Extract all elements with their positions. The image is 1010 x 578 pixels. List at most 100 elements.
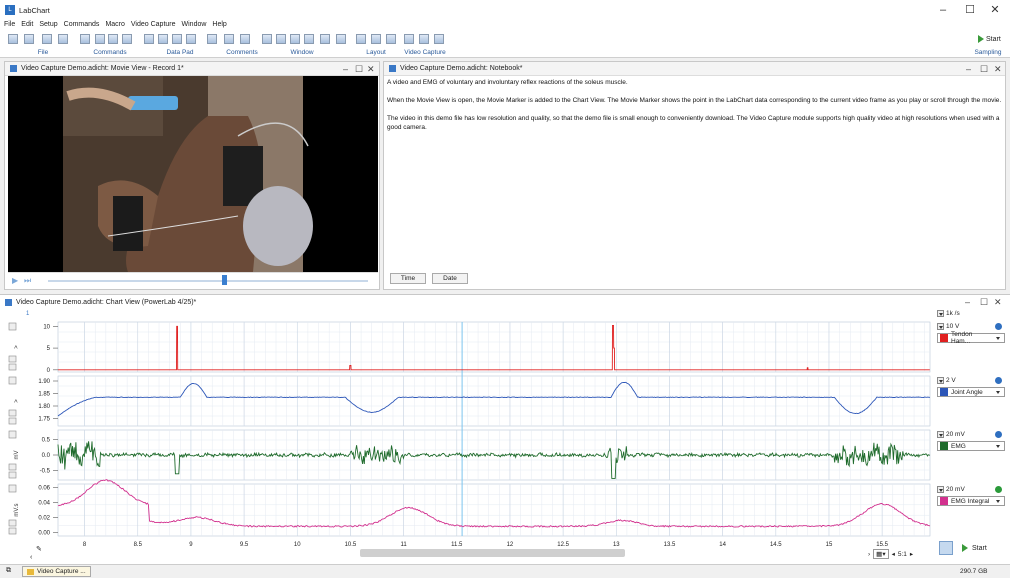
time-tick-label: 14.5	[770, 542, 782, 548]
open-file-icon[interactable]	[24, 34, 34, 44]
comment-icon[interactable]	[224, 34, 234, 44]
window-icon[interactable]	[290, 34, 300, 44]
play-icon	[978, 35, 984, 43]
zoom-dropdown[interactable]: ▦▾	[873, 549, 889, 559]
layout-icon[interactable]: ⧉	[6, 567, 11, 575]
menu-setup[interactable]: Setup	[39, 21, 57, 28]
channel-title-dropdown[interactable]: EMG	[937, 441, 1005, 451]
play-icon[interactable]: ▶	[12, 276, 18, 285]
comment-tool-icon[interactable]: ✎	[36, 545, 42, 553]
time-tick-label: 9	[189, 542, 193, 548]
scroll-right-icon[interactable]: ›	[868, 551, 870, 558]
disk-space: 290.7 GB	[960, 568, 988, 575]
find-icon[interactable]	[80, 34, 90, 44]
new-file-icon[interactable]	[8, 34, 18, 44]
view-mode-icon[interactable]	[939, 541, 953, 555]
notebook-maximize-button[interactable]: ☐	[980, 62, 988, 76]
movie-seek-thumb[interactable]	[222, 275, 227, 285]
layout-icon[interactable]	[386, 34, 396, 44]
sampling-start-button[interactable]: Start	[978, 33, 1004, 45]
chevron-down-icon	[995, 443, 1002, 450]
minimize-button[interactable]: –	[930, 0, 956, 20]
movie-seek-bar[interactable]	[48, 280, 368, 282]
layout-icon[interactable]	[371, 34, 381, 44]
chart-start-button[interactable]: Start	[962, 544, 987, 552]
y-tick-label: 0	[47, 368, 51, 374]
zoom-in-icon[interactable]: ▸	[910, 550, 913, 558]
start-label: Start	[986, 35, 1001, 43]
comment-icon[interactable]	[240, 34, 250, 44]
channel-color-swatch	[940, 497, 948, 505]
y-tick-label: 1.75	[38, 417, 50, 423]
scroll-left-icon[interactable]: ‹	[30, 554, 32, 561]
data-pad-icon[interactable]	[172, 34, 182, 44]
channel-title-dropdown[interactable]: EMG Integral	[937, 496, 1005, 506]
y-tick-label: 10	[43, 324, 50, 330]
info-icon[interactable]	[995, 486, 1002, 493]
ribbon-group-sampling: Sampling	[974, 49, 1002, 56]
notebook-paragraph: The video in this demo file has low reso…	[387, 115, 1000, 131]
menu-help[interactable]: Help	[212, 21, 226, 28]
menu-video-capture[interactable]: Video Capture	[131, 21, 176, 28]
title-bar: L LabChart	[0, 0, 1010, 20]
movie-close-button[interactable]: ✕	[367, 62, 375, 76]
zoom-out-icon[interactable]: ◂	[892, 550, 895, 558]
chart-scrollbar-thumb[interactable]	[360, 549, 625, 557]
data-pad-icon[interactable]	[144, 34, 154, 44]
command-icon[interactable]	[122, 34, 132, 44]
taskbar-item[interactable]: Video Capture ...	[22, 566, 91, 577]
channel-unit-label: mV	[14, 451, 20, 460]
channel-plot-area	[57, 321, 931, 373]
menu-edit[interactable]: Edit	[21, 21, 33, 28]
video-capture-icon[interactable]	[434, 34, 444, 44]
video-capture-icon[interactable]	[419, 34, 429, 44]
channel-collapse-button	[8, 376, 17, 385]
taskbar-item-label: Video Capture ...	[37, 567, 86, 575]
document-icon	[389, 65, 396, 72]
range-label: 2 V	[946, 377, 956, 384]
info-icon[interactable]	[995, 431, 1002, 438]
window-icon[interactable]	[262, 34, 272, 44]
data-pad-icon[interactable]	[186, 34, 196, 44]
folder-icon	[27, 568, 34, 575]
video-capture-icon[interactable]	[404, 34, 414, 44]
save-file-icon[interactable]	[42, 34, 52, 44]
notebook-minimize-button[interactable]: –	[966, 62, 971, 76]
info-icon[interactable]	[995, 377, 1002, 384]
channel-collapse-button	[8, 430, 17, 439]
menu-file[interactable]: File	[4, 21, 15, 28]
data-pad-icon[interactable]	[158, 34, 168, 44]
movie-maximize-button[interactable]: ☐	[355, 62, 363, 76]
command-icon[interactable]	[95, 34, 105, 44]
channel-color-swatch	[940, 334, 948, 342]
maximize-button[interactable]: ☐	[957, 0, 983, 20]
menu-commands[interactable]: Commands	[64, 21, 100, 28]
date-button[interactable]: Date	[432, 273, 468, 284]
time-button[interactable]: Time	[390, 273, 426, 284]
close-button[interactable]: ✕	[982, 0, 1008, 20]
chart-traces[interactable]: 10 5 0 >1.90 1.85 1.80 1.75 >0.5 0.0 -0.5 mV 0.06 0.…	[0, 294, 1010, 564]
window-icon[interactable]	[336, 34, 346, 44]
window-icon[interactable]	[304, 34, 314, 44]
data-pad-icon[interactable]	[207, 34, 217, 44]
channel-settings-3: 20 mV EMG Integral	[937, 485, 1005, 506]
notebook-text-area[interactable]: A video and EMG of voluntary and involun…	[387, 78, 1002, 141]
step-icon[interactable]: ⏭	[24, 276, 31, 286]
menu-macro[interactable]: Macro	[105, 21, 124, 28]
info-icon[interactable]	[995, 323, 1002, 330]
menu-window[interactable]: Window	[182, 21, 207, 28]
channel-title-dropdown[interactable]: Tendon Ham...	[937, 331, 1005, 345]
ribbon-group-data-pad: Data Pad	[166, 49, 194, 56]
print-icon[interactable]	[58, 34, 68, 44]
layout-icon[interactable]	[356, 34, 366, 44]
channel-title-dropdown[interactable]: Joint Angle	[937, 387, 1005, 397]
channel-collapse-button	[8, 322, 17, 331]
command-icon[interactable]	[108, 34, 118, 44]
time-tick-label: 11.5	[451, 542, 463, 548]
window-icon[interactable]	[320, 34, 330, 44]
movie-minimize-button[interactable]: –	[343, 62, 348, 76]
window-icon[interactable]	[276, 34, 286, 44]
notebook-close-button[interactable]: ✕	[994, 62, 1002, 76]
channel-plot-area	[57, 375, 931, 427]
movie-frame[interactable]	[8, 76, 378, 272]
